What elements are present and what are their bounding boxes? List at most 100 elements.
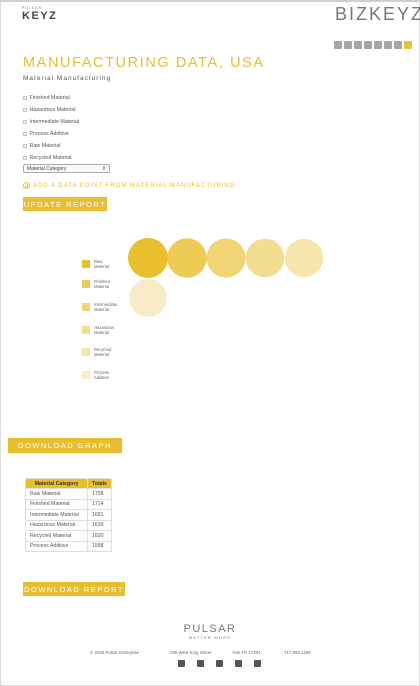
footer-copyright: © 2026 Pulsar Enterprise	[90, 650, 140, 655]
select-value: Material Category	[27, 165, 67, 172]
download-graph-button[interactable]: DOWNLOAD GRAPH	[8, 438, 122, 453]
bar-chart-icon[interactable]	[344, 41, 352, 49]
legend-swatch	[82, 280, 90, 288]
column-header: Material Category	[25, 478, 88, 489]
filter-intermediate-material[interactable]: Intermediate Material	[23, 116, 79, 128]
table-cell: 1714	[87, 498, 112, 510]
legend-swatch	[82, 348, 90, 356]
footer-city: York PA 17401	[232, 650, 261, 655]
page-title: MANUFACTURING DATA, USA	[23, 55, 265, 71]
footer-phone[interactable]: 717.650.1196	[284, 650, 311, 655]
bubble-intermediate-material[interactable]	[206, 238, 246, 278]
bubble-recycled-material[interactable]	[284, 238, 324, 278]
footer-tagline: MATTER MORE	[188, 635, 232, 640]
radio-icon[interactable]	[23, 96, 27, 100]
legend-label: Raw Material	[94, 259, 109, 269]
radio-icon[interactable]	[23, 120, 27, 124]
filter-label: Raw Material	[29, 143, 61, 149]
x-icon[interactable]	[235, 660, 242, 667]
table-row: Finished Material 1714	[25, 498, 112, 510]
radio-icon[interactable]	[23, 144, 27, 148]
social-links	[178, 660, 261, 667]
download-report-button[interactable]: DOWNLOAD REPORT	[23, 582, 125, 596]
settings-icon[interactable]	[384, 41, 392, 49]
filter-label: Hazardous Material	[29, 107, 76, 113]
filter-hazardous-material[interactable]: Hazardous Material	[23, 104, 79, 116]
logo-text: KEYZ	[22, 10, 58, 22]
bubble-process-additive[interactable]	[128, 278, 168, 318]
legend-label: Recycled Material	[94, 347, 112, 357]
radio-icon[interactable]	[23, 108, 27, 112]
table-cell: Hazardous Material	[25, 519, 88, 531]
filter-label: Finished Material	[29, 95, 70, 101]
radio-icon[interactable]	[23, 156, 27, 160]
filter-label: Recycled Material	[29, 155, 72, 161]
table-row: Recycled Material 1620	[25, 530, 112, 542]
bubble-hazardous-material[interactable]	[245, 238, 285, 278]
totals-table: Material Category Totals Raw Material 175…	[25, 478, 112, 552]
bubble-chart	[128, 238, 324, 318]
linkedin-icon[interactable]	[216, 660, 223, 667]
table-cell: 1639	[87, 519, 112, 531]
document-icon[interactable]	[354, 41, 362, 49]
legend-swatch	[82, 303, 90, 311]
mail-icon[interactable]	[394, 41, 402, 49]
filter-label: Intermediate Material	[29, 119, 80, 125]
table-row: Intermediate Material 1681	[25, 509, 112, 521]
filter-label: Process Additive	[29, 131, 69, 137]
report-toolbar	[334, 41, 412, 49]
facebook-icon[interactable]	[178, 660, 185, 667]
bubble-raw-material[interactable]	[128, 238, 168, 278]
section-subtitle: Material Manufacturing	[23, 75, 112, 82]
radio-icon[interactable]	[23, 132, 27, 136]
footer-logo[interactable]: PULSAR MATTER MORE	[0, 623, 420, 640]
youtube-icon[interactable]	[254, 660, 261, 667]
filter-recycled-material[interactable]: Recycled Material	[23, 152, 79, 164]
footer-brand: PULSAR	[183, 623, 237, 635]
bizkeyz-brand[interactable]: BIZKEYZ	[335, 4, 420, 25]
plus-circle-icon	[23, 182, 30, 189]
bubble-finished-material[interactable]	[167, 238, 207, 278]
legend-item: Recycled Material	[82, 347, 118, 357]
filter-finished-material[interactable]: Finished Material	[23, 92, 79, 104]
material-filter-list: Finished Material Hazardous Material Int…	[23, 92, 79, 164]
legend-item: Hazardous Material	[82, 325, 118, 335]
legend-item: Finished Material	[82, 279, 118, 289]
footer-address: 255 West King Street	[170, 650, 212, 655]
add-data-point-link[interactable]: ADD A DATA POINT FROM MATERIAL MANUFACTU…	[23, 182, 235, 189]
chevron-updown-icon: ⇕	[101, 165, 106, 172]
table-header-row: Material Category Totals	[25, 478, 112, 489]
legend-label: Hazardous Material	[94, 325, 115, 335]
legend-label: Intermediate Material	[94, 302, 118, 312]
legend-label: Process Additive	[94, 370, 110, 380]
table-row: Process Additive 1588	[25, 540, 112, 552]
legend-swatch	[82, 371, 90, 379]
table-cell: 1758	[87, 488, 112, 500]
refresh-icon[interactable]	[374, 41, 382, 49]
table-cell: Raw Material	[25, 488, 88, 500]
legend-swatch	[82, 326, 90, 334]
column-header: Totals	[87, 478, 112, 489]
document-icon[interactable]	[197, 660, 204, 667]
legend-label: Finished Material	[94, 279, 110, 289]
table-cell: 1620	[87, 530, 112, 542]
legend-swatch	[82, 260, 90, 268]
list-icon[interactable]	[334, 41, 342, 49]
table-cell: Intermediate Material	[25, 509, 88, 521]
filter-raw-material[interactable]: Raw Material	[23, 140, 79, 152]
table-cell: Process Additive	[25, 540, 88, 552]
legend-item: Raw Material	[82, 259, 118, 269]
bookmark-icon[interactable]	[364, 41, 372, 49]
legend-item: Process Additive	[82, 370, 118, 380]
table-cell: 1588	[87, 540, 112, 552]
material-category-select[interactable]: Material Category ⇕	[23, 164, 110, 173]
pulsar-keyz-logo[interactable]: PULSAR KEYZ	[22, 6, 57, 23]
update-report-button[interactable]: UPDATE REPORT	[23, 197, 107, 211]
legend-item: Intermediate Material	[82, 302, 118, 312]
add-data-point-label: ADD A DATA POINT FROM MATERIAL MANUFACTU…	[33, 182, 236, 189]
table-cell: 1681	[87, 509, 112, 521]
top-bar: PULSAR KEYZ BIZKEYZ	[0, 0, 420, 36]
filter-process-additive[interactable]: Process Additive	[23, 128, 79, 140]
close-icon[interactable]	[404, 41, 412, 49]
table-cell: Finished Material	[25, 498, 88, 510]
